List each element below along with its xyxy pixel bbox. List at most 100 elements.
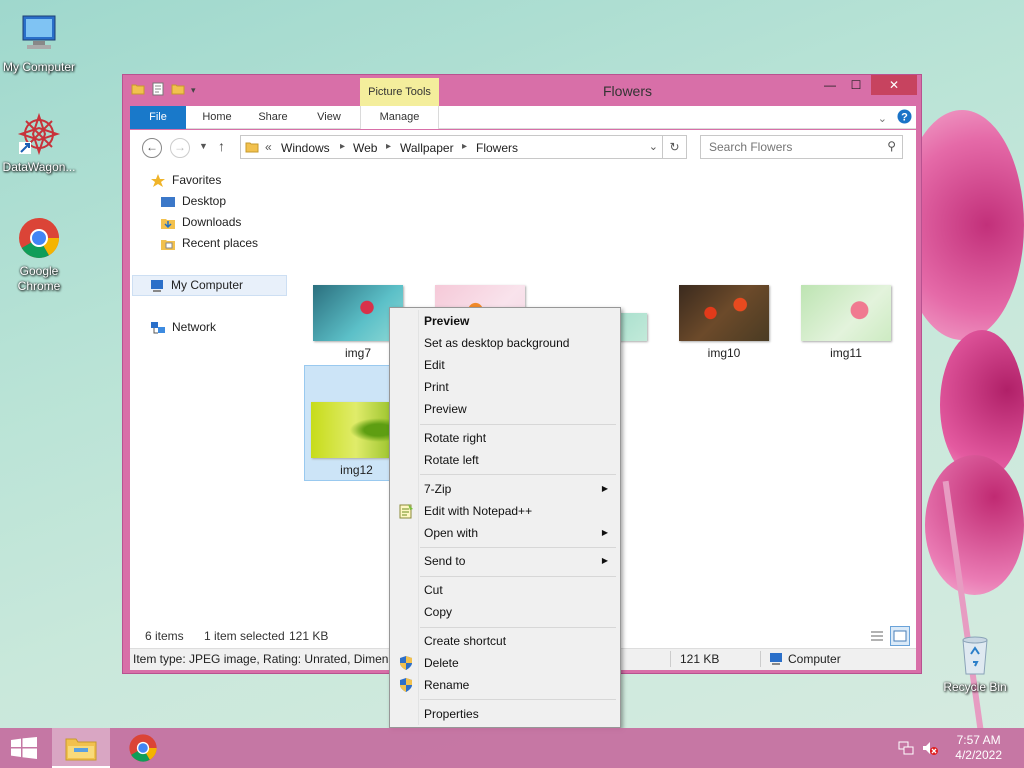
menu-item-cut[interactable]: Cut [392,579,618,601]
uac-shield-icon [398,677,414,693]
menu-item-label: Send to [424,554,466,568]
help-icon[interactable]: ? [897,109,912,127]
clock-time: 7:57 AM [956,733,1001,747]
breadcrumb-chevron-icon[interactable]: ▸ [386,141,391,152]
menu-item-edit-with-notepad[interactable]: Edit with Notepad++ [392,500,618,522]
svg-text:?: ? [901,112,908,124]
computer-icon [768,652,784,669]
star-icon [150,173,166,188]
nav-recent-places[interactable]: Recent places [160,233,258,254]
desktop-icon-recycle-bin[interactable]: Recycle Bin [936,632,1014,695]
file-thumbnail[interactable]: img11 [798,280,894,365]
menu-item-copy[interactable]: Copy [392,601,618,623]
breadcrumb-flowers[interactable]: Flowers [476,141,518,155]
computer-icon [17,12,61,56]
menu-item-label: Preview [424,314,470,328]
file-name: img10 [707,346,741,360]
close-button[interactable]: ✕ [871,75,917,95]
system-clock[interactable]: 7:57 AM 4/2/2022 [955,733,1002,763]
datawagon-icon [17,112,61,156]
file-thumbnail[interactable]: img10 [676,280,772,365]
refresh-button[interactable]: ↻ [663,135,687,159]
nav-downloads[interactable]: Downloads [160,212,241,233]
expand-ribbon-icon[interactable]: ⌄ [878,112,887,125]
address-bar[interactable]: « Windows ▸ Web ▸ Wallpaper ▸ Flowers ⌄ [240,135,663,159]
desktop-icon-label: DataWagon... [2,160,76,174]
menu-item-preview[interactable]: Preview [392,398,618,420]
search-box[interactable]: ⚲ [700,135,903,159]
clock-date: 4/2/2022 [955,748,1002,762]
taskbar: 7:57 AM 4/2/2022 [0,728,1024,768]
menu-item-preview-default[interactable]: Preview [392,310,618,332]
desktop-icon-datawagon[interactable]: DataWagon... [0,112,78,175]
breadcrumb-overflow[interactable]: « [265,140,272,154]
menu-item-send-to[interactable]: Send to ▶ [392,550,618,572]
title-bar[interactable]: ▾ Picture Tools Flowers — ☐ ✕ [123,75,921,106]
menu-item-label: Rotate right [424,431,487,445]
menu-item-print[interactable]: Print [392,376,618,398]
nav-network-label: Network [172,320,217,334]
nav-my-computer[interactable]: My Computer [132,275,287,296]
menu-item-edit[interactable]: Edit [392,354,618,376]
nav-my-computer-label: My Computer [171,278,244,292]
taskbar-file-explorer[interactable] [52,728,110,768]
downloads-icon [160,216,176,230]
menu-item-rotate-left[interactable]: Rotate left [392,449,618,471]
menu-item-label: Rotate left [424,453,479,467]
nav-network[interactable]: Network [150,317,216,338]
breadcrumb-web[interactable]: Web [353,141,377,155]
menu-separator [420,474,616,475]
chrome-icon [17,216,61,260]
taskbar-google-chrome[interactable] [114,728,172,768]
ribbon-controls: ⌄ ? [878,109,912,127]
minimize-button[interactable]: — [817,75,843,95]
menu-item-open-with[interactable]: Open with ▶ [392,522,618,544]
tab-file[interactable]: File [130,106,186,129]
nav-recent-places-label: Recent places [182,236,259,250]
breadcrumb-chevron-icon[interactable]: ▸ [340,141,345,152]
menu-item-7zip[interactable]: 7-Zip ▶ [392,478,618,500]
tab-share[interactable]: Share [248,106,298,129]
breadcrumb-windows[interactable]: Windows [281,141,330,155]
window-title: Flowers [603,83,653,99]
menu-item-label: Rename [424,678,470,692]
recent-locations-icon[interactable]: ▼ [199,141,208,151]
tab-home[interactable]: Home [192,106,242,129]
new-folder-qat-icon[interactable] [171,82,185,99]
menu-item-rename[interactable]: Rename [392,674,618,696]
desktop-icon-label: Google Chrome [17,264,61,293]
breadcrumb-chevron-icon[interactable]: ▸ [462,141,467,152]
breadcrumb-wallpaper[interactable]: Wallpaper [400,141,454,155]
maximize-button[interactable]: ☐ [843,75,869,95]
desktop-icon-my-computer[interactable]: My Computer [0,12,78,75]
start-button[interactable] [10,737,38,759]
qat-dropdown-icon[interactable]: ▾ [191,85,196,96]
search-icon[interactable]: ⚲ [887,139,896,153]
nav-favorites[interactable]: Favorites [150,170,221,191]
network-tray-icon[interactable] [898,740,914,756]
large-icons-view-button[interactable] [890,626,910,646]
volume-muted-icon[interactable] [922,740,938,756]
computer-icon [149,279,165,293]
menu-item-create-shortcut[interactable]: Create shortcut [392,630,618,652]
nav-desktop[interactable]: Desktop [160,191,226,212]
menu-item-set-desktop-background[interactable]: Set as desktop background [392,332,618,354]
menu-item-properties[interactable]: Properties [392,703,618,725]
address-dropdown-icon[interactable]: ⌄ [649,140,658,153]
menu-item-label: Cut [424,583,443,597]
menu-item-rotate-right[interactable]: Rotate right [392,427,618,449]
submenu-arrow-icon: ▶ [601,528,608,537]
search-input[interactable] [701,136,871,158]
up-button[interactable]: ↑ [218,138,225,154]
desktop-icon-google-chrome[interactable]: Google Chrome [0,216,78,294]
tab-view[interactable]: View [304,106,354,129]
properties-qat-icon[interactable] [151,82,165,99]
back-button[interactable]: ← [142,138,162,158]
details-view-button[interactable] [868,627,886,645]
tab-manage[interactable]: Manage [360,106,439,129]
folder-icon [245,140,259,157]
menu-item-delete[interactable]: Delete [392,652,618,674]
forward-button[interactable]: → [170,138,190,158]
image-thumbnail [679,285,769,341]
menu-separator [420,699,616,700]
